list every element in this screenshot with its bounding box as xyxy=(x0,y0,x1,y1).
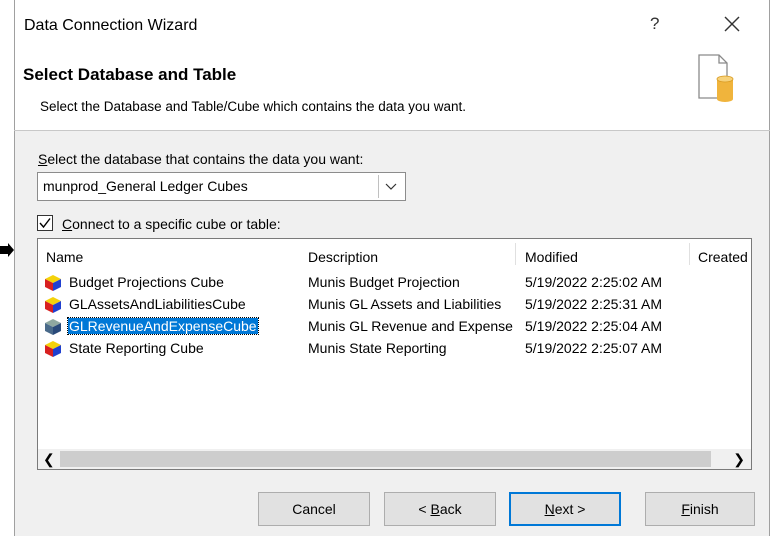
table-row-selected[interactable]: GLRevenueAndExpenseCube Munis GL Revenue… xyxy=(38,317,751,337)
table-row[interactable]: State Reporting Cube Munis State Reporti… xyxy=(38,339,751,359)
scroll-left-icon[interactable]: ❮ xyxy=(43,451,55,468)
cube-description: Munis Budget Projection xyxy=(308,274,460,290)
cube-name: State Reporting Cube xyxy=(69,340,204,356)
column-divider[interactable] xyxy=(515,243,516,265)
cube-icon xyxy=(45,319,61,335)
finish-button-label: Finish xyxy=(681,501,719,517)
close-icon xyxy=(724,16,740,32)
database-select[interactable]: munprod_General Ledger Cubes xyxy=(37,172,406,201)
cube-description: Munis GL Revenue and Expense xyxy=(308,318,513,334)
pointer-arrow-icon xyxy=(0,243,14,257)
cancel-button[interactable]: Cancel xyxy=(258,492,370,526)
cube-modified: 5/19/2022 2:25:02 AM xyxy=(525,274,662,290)
cube-name: Budget Projections Cube xyxy=(69,274,224,290)
window-title: Data Connection Wizard xyxy=(24,17,198,34)
specific-cube-label-text: onnect to a specific cube or table: xyxy=(72,216,281,232)
close-button[interactable] xyxy=(718,10,746,38)
cube-icon xyxy=(45,341,61,357)
specific-cube-label: Connect to a specific cube or table: xyxy=(62,216,281,232)
cube-description: Munis State Reporting xyxy=(308,340,447,356)
table-row[interactable]: GLAssetsAndLiabilitiesCube Munis GL Asse… xyxy=(38,295,751,315)
back-button-label: < Back xyxy=(418,501,462,517)
cube-icon xyxy=(45,275,61,291)
cube-name: GLRevenueAndExpenseCube xyxy=(67,317,259,335)
column-header-description[interactable]: Description xyxy=(308,249,378,265)
cube-modified: 5/19/2022 2:25:04 AM xyxy=(525,318,662,334)
help-button[interactable]: ? xyxy=(650,14,659,34)
page-subtitle: Select the Database and Table/Cube which… xyxy=(40,99,467,114)
database-file-icon xyxy=(683,52,737,104)
cube-list[interactable]: Name Description Modified Created Budget… xyxy=(37,238,752,470)
scroll-right-icon[interactable]: ❯ xyxy=(733,451,745,468)
column-header-modified[interactable]: Modified xyxy=(525,249,578,265)
scrollbar-thumb[interactable] xyxy=(60,451,711,467)
database-label: Select the database that contains the da… xyxy=(38,151,363,167)
cube-modified: 5/19/2022 2:25:07 AM xyxy=(525,340,662,356)
next-button-label: Next > xyxy=(544,501,586,517)
dropdown-button[interactable] xyxy=(378,175,403,198)
checkmark-icon xyxy=(39,218,51,229)
column-header-created[interactable]: Created xyxy=(698,249,748,265)
chevron-down-icon xyxy=(385,183,397,190)
page-title: Select Database and Table xyxy=(23,65,237,84)
column-header-name[interactable]: Name xyxy=(46,249,83,265)
back-button[interactable]: < Back xyxy=(384,492,496,526)
table-row[interactable]: Budget Projections Cube Munis Budget Pro… xyxy=(38,273,751,293)
cube-description: Munis GL Assets and Liabilities xyxy=(308,296,502,312)
database-select-value: munprod_General Ledger Cubes xyxy=(43,178,248,194)
finish-button[interactable]: Finish xyxy=(645,492,755,526)
database-label-accel: S xyxy=(38,151,48,167)
next-button[interactable]: Next > xyxy=(509,492,621,526)
cube-modified: 5/19/2022 2:25:31 AM xyxy=(525,296,662,312)
specific-cube-accel: C xyxy=(62,216,73,232)
horizontal-scrollbar[interactable]: ❮ ❯ xyxy=(38,449,751,469)
cube-name: GLAssetsAndLiabilitiesCube xyxy=(69,296,246,312)
specific-cube-checkbox[interactable] xyxy=(37,215,53,231)
cube-icon xyxy=(45,297,61,313)
column-divider[interactable] xyxy=(689,243,690,265)
database-label-text: elect the database that contains the dat… xyxy=(47,151,364,167)
